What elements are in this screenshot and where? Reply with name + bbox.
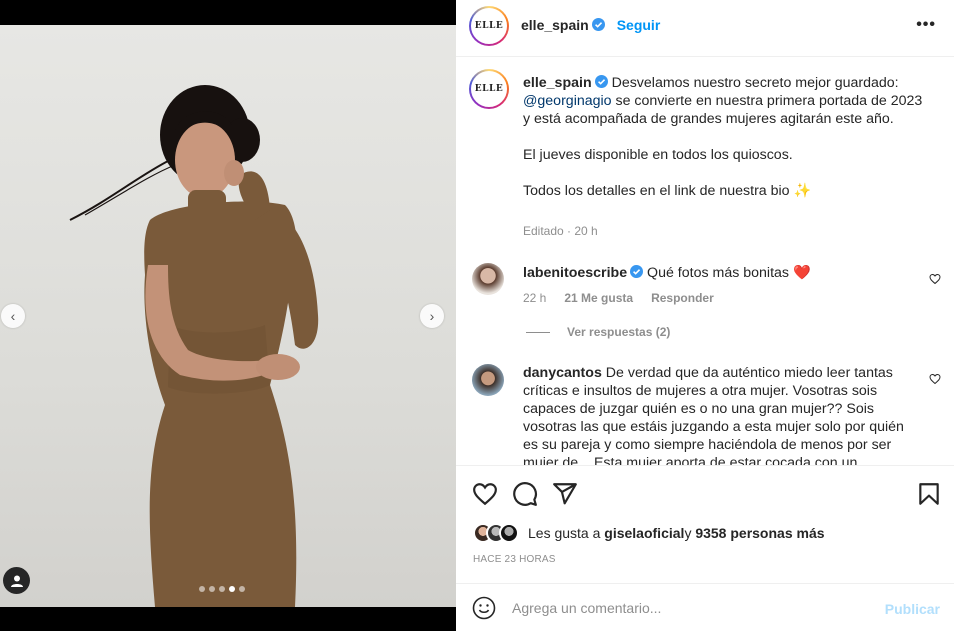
slide-dot: [219, 586, 225, 592]
follow-button[interactable]: Seguir: [617, 17, 661, 33]
comment-input[interactable]: [512, 596, 862, 620]
liker-avatars: [473, 523, 519, 543]
caption-paragraph: Todos los detalles en el link de nuestra…: [523, 183, 812, 199]
reply-button[interactable]: Responder: [651, 291, 714, 305]
comment-username-link[interactable]: labenitoescribe: [523, 265, 627, 281]
commenter-avatar[interactable]: [472, 263, 504, 295]
add-comment-bar: Publicar: [456, 583, 954, 631]
more-options-icon[interactable]: •••: [916, 16, 936, 34]
post-timestamp[interactable]: HACE 23 HORAS: [473, 554, 556, 565]
slide-indicator: [199, 586, 245, 592]
divider: [526, 331, 550, 333]
likes-summary: Les gusta a giselaoficial y 9358 persona…: [473, 523, 825, 543]
comment-likes-link[interactable]: 21 Me gusta: [564, 291, 633, 305]
chevron-left-icon: ‹: [10, 308, 16, 324]
user-icon: [10, 575, 23, 587]
post-caption: elle_spain Desvelamos nuestro secreto me…: [523, 74, 923, 218]
previous-slide-button[interactable]: ‹: [1, 304, 25, 328]
woman-in-brown-dress-image: [69, 85, 319, 607]
like-comment-heart-icon[interactable]: [929, 373, 941, 385]
share-icon[interactable]: [552, 481, 578, 507]
comment-text: Qué fotos más bonitas ❤️: [647, 265, 811, 281]
username-link[interactable]: elle_spain: [521, 17, 589, 33]
header-user: elle_spain Seguir: [521, 17, 660, 33]
publish-button[interactable]: Publicar: [885, 601, 940, 617]
caption-username-link[interactable]: elle_spain: [523, 75, 592, 91]
comment: danycantos De verdad que da auténtico mi…: [523, 364, 915, 465]
bookmark-icon[interactable]: [916, 481, 942, 507]
liker-username-link[interactable]: giselaoficial: [604, 525, 684, 541]
post-header: ELLE elle_spain Seguir •••: [456, 0, 954, 57]
likes-count-link[interactable]: 9358 personas más: [695, 525, 824, 541]
caption-paragraph: El jueves disponible en todos los quiosc…: [523, 147, 793, 163]
comment-username-link[interactable]: danycantos: [523, 365, 602, 381]
heart-icon[interactable]: [472, 481, 498, 507]
view-replies-button[interactable]: Ver respuestas (2): [526, 325, 670, 339]
comment: labenitoescribe Qué fotos más bonitas ❤️: [523, 264, 903, 282]
mention-link[interactable]: @georginagio: [523, 93, 612, 109]
comment-time[interactable]: 22 h: [523, 291, 546, 305]
comments-section: ELLE elle_spain Desvelamos nuestro secre…: [456, 57, 954, 465]
caption-meta: Editado · 20 h: [523, 224, 598, 238]
commenter-avatar[interactable]: [472, 364, 504, 396]
post-media: ‹ ›: [0, 0, 456, 631]
post-details-panel: ELLE elle_spain Seguir ••• ELLE elle_spai…: [456, 0, 954, 631]
caption-text: Desvelamos nuestro secreto mejor guardad…: [611, 75, 899, 91]
avatar[interactable]: ELLE: [469, 69, 509, 109]
slide-dot: [199, 586, 205, 592]
instagram-post-modal: ‹ › ELLE elle_spain Seguir ••• ELLE elle…: [0, 0, 954, 631]
post-photo: [0, 25, 456, 607]
verified-badge-icon: [630, 265, 644, 278]
likes-prefix: Les gusta a: [528, 525, 601, 541]
comment-meta: 22 h 21 Me gusta Responder: [523, 291, 732, 305]
like-comment-heart-icon[interactable]: [929, 273, 941, 285]
elle-logo: ELLE: [474, 21, 504, 31]
slide-dot: [209, 586, 215, 592]
verified-badge-icon: [594, 75, 608, 88]
view-replies-label: Ver respuestas (2): [567, 325, 671, 339]
chevron-right-icon: ›: [429, 308, 435, 324]
tagged-users-button[interactable]: [3, 567, 30, 594]
slide-dot: [239, 586, 245, 592]
verified-badge-icon: [591, 18, 605, 31]
avatar[interactable]: [499, 523, 519, 543]
avatar[interactable]: ELLE: [469, 6, 509, 46]
elle-logo: ELLE: [474, 84, 504, 94]
emoji-icon[interactable]: [472, 596, 496, 620]
next-slide-button[interactable]: ›: [420, 304, 444, 328]
comment-icon[interactable]: [512, 481, 538, 507]
slide-dot-active: [229, 586, 235, 592]
likes-connector: y: [684, 525, 692, 541]
post-actions: Les gusta a giselaoficial y 9358 persona…: [456, 465, 954, 583]
